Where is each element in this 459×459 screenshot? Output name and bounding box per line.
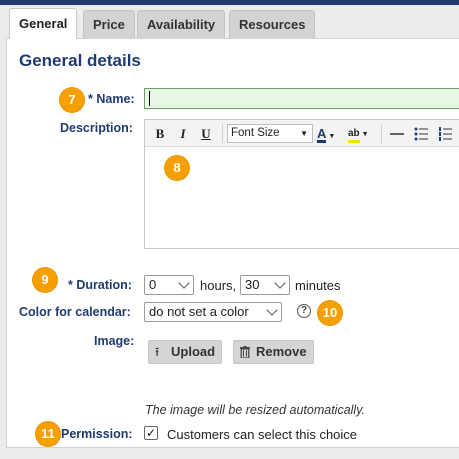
description-label: Description: bbox=[60, 121, 133, 135]
name-label-text: Name: bbox=[96, 92, 135, 106]
description-editor[interactable]: B I U Font Size ▼ A ▼ ab ▼ bbox=[144, 119, 459, 249]
font-color-icon: A bbox=[317, 126, 327, 143]
step-badge-11: 11 bbox=[36, 422, 60, 446]
toolbar-separator bbox=[222, 124, 223, 143]
calendar-color-select[interactable]: do not set a color bbox=[144, 302, 282, 322]
tab-resources[interactable]: Resources bbox=[229, 10, 316, 38]
bullet-list-button[interactable] bbox=[411, 124, 431, 143]
minutes-select[interactable]: 30 bbox=[240, 275, 290, 295]
hours-value: 0 bbox=[149, 277, 157, 292]
highlight-color-button[interactable]: ab ▼ bbox=[348, 124, 376, 143]
image-label: Image: bbox=[94, 334, 135, 348]
tab-availability[interactable]: Availability bbox=[137, 10, 226, 38]
upload-button[interactable]: ⭱ Upload bbox=[148, 340, 223, 364]
chevron-down-icon bbox=[178, 277, 190, 289]
remove-button[interactable]: Remove bbox=[233, 340, 314, 364]
bold-button[interactable]: B bbox=[150, 124, 170, 143]
permission-text: Customers can select this choice bbox=[167, 427, 358, 442]
permission-label: Permission: bbox=[61, 427, 133, 441]
font-size-label: Font Size bbox=[231, 127, 280, 139]
step-badge-9: 9 bbox=[33, 268, 57, 292]
chevron-down-icon bbox=[266, 304, 278, 316]
trash-icon bbox=[240, 341, 250, 365]
remove-label: Remove bbox=[256, 344, 307, 359]
dropdown-arrow-icon: ▼ bbox=[328, 133, 336, 140]
section-title: General details bbox=[19, 51, 141, 70]
dropdown-arrow-icon: ▼ bbox=[300, 129, 308, 138]
editor-toolbar: B I U Font Size ▼ A ▼ ab ▼ bbox=[145, 120, 459, 147]
horizontal-rule-button[interactable] bbox=[387, 124, 407, 143]
highlight-icon: ab bbox=[348, 127, 360, 143]
italic-button[interactable]: I bbox=[173, 124, 193, 143]
step-badge-7: 7 bbox=[60, 88, 84, 112]
upload-icon: ⭱ bbox=[155, 345, 160, 359]
numbered-list-icon bbox=[439, 127, 452, 141]
chevron-down-icon bbox=[274, 277, 286, 289]
minutes-value: 30 bbox=[245, 277, 260, 292]
image-resize-note: The image will be resized automatically. bbox=[145, 403, 366, 417]
upload-label: Upload bbox=[171, 344, 216, 359]
bullet-list-icon bbox=[414, 127, 428, 141]
required-mark: * bbox=[88, 92, 93, 106]
step-badge-10: 10 bbox=[318, 301, 342, 325]
toolbar-separator bbox=[381, 124, 382, 143]
top-bar bbox=[0, 0, 459, 5]
name-input[interactable] bbox=[144, 88, 459, 109]
font-size-select[interactable]: Font Size ▼ bbox=[227, 124, 313, 143]
tab-price[interactable]: Price bbox=[83, 10, 135, 38]
help-icon[interactable]: ? bbox=[297, 304, 311, 318]
dropdown-arrow-icon: ▼ bbox=[361, 131, 369, 138]
font-color-button[interactable]: A ▼ bbox=[317, 124, 345, 143]
minutes-unit: minutes bbox=[295, 278, 341, 293]
name-label: * Name: bbox=[88, 92, 135, 106]
permission-checkbox[interactable]: ✓ bbox=[144, 426, 158, 440]
step-badge-8: 8 bbox=[165, 156, 189, 180]
hours-unit: hours, bbox=[200, 278, 237, 293]
color-label: Color for calendar: bbox=[19, 305, 131, 319]
tab-general[interactable]: General bbox=[9, 8, 78, 39]
underline-button[interactable]: U bbox=[196, 124, 216, 143]
duration-label: * Duration: bbox=[68, 278, 132, 292]
required-mark: * bbox=[68, 278, 73, 292]
hours-select[interactable]: 0 bbox=[144, 275, 194, 295]
duration-label-text: Duration: bbox=[76, 278, 132, 292]
numbered-list-button[interactable] bbox=[435, 124, 455, 143]
calendar-color-value: do not set a color bbox=[149, 304, 249, 319]
horizontal-rule-icon bbox=[390, 133, 404, 135]
text-caret bbox=[149, 91, 150, 106]
